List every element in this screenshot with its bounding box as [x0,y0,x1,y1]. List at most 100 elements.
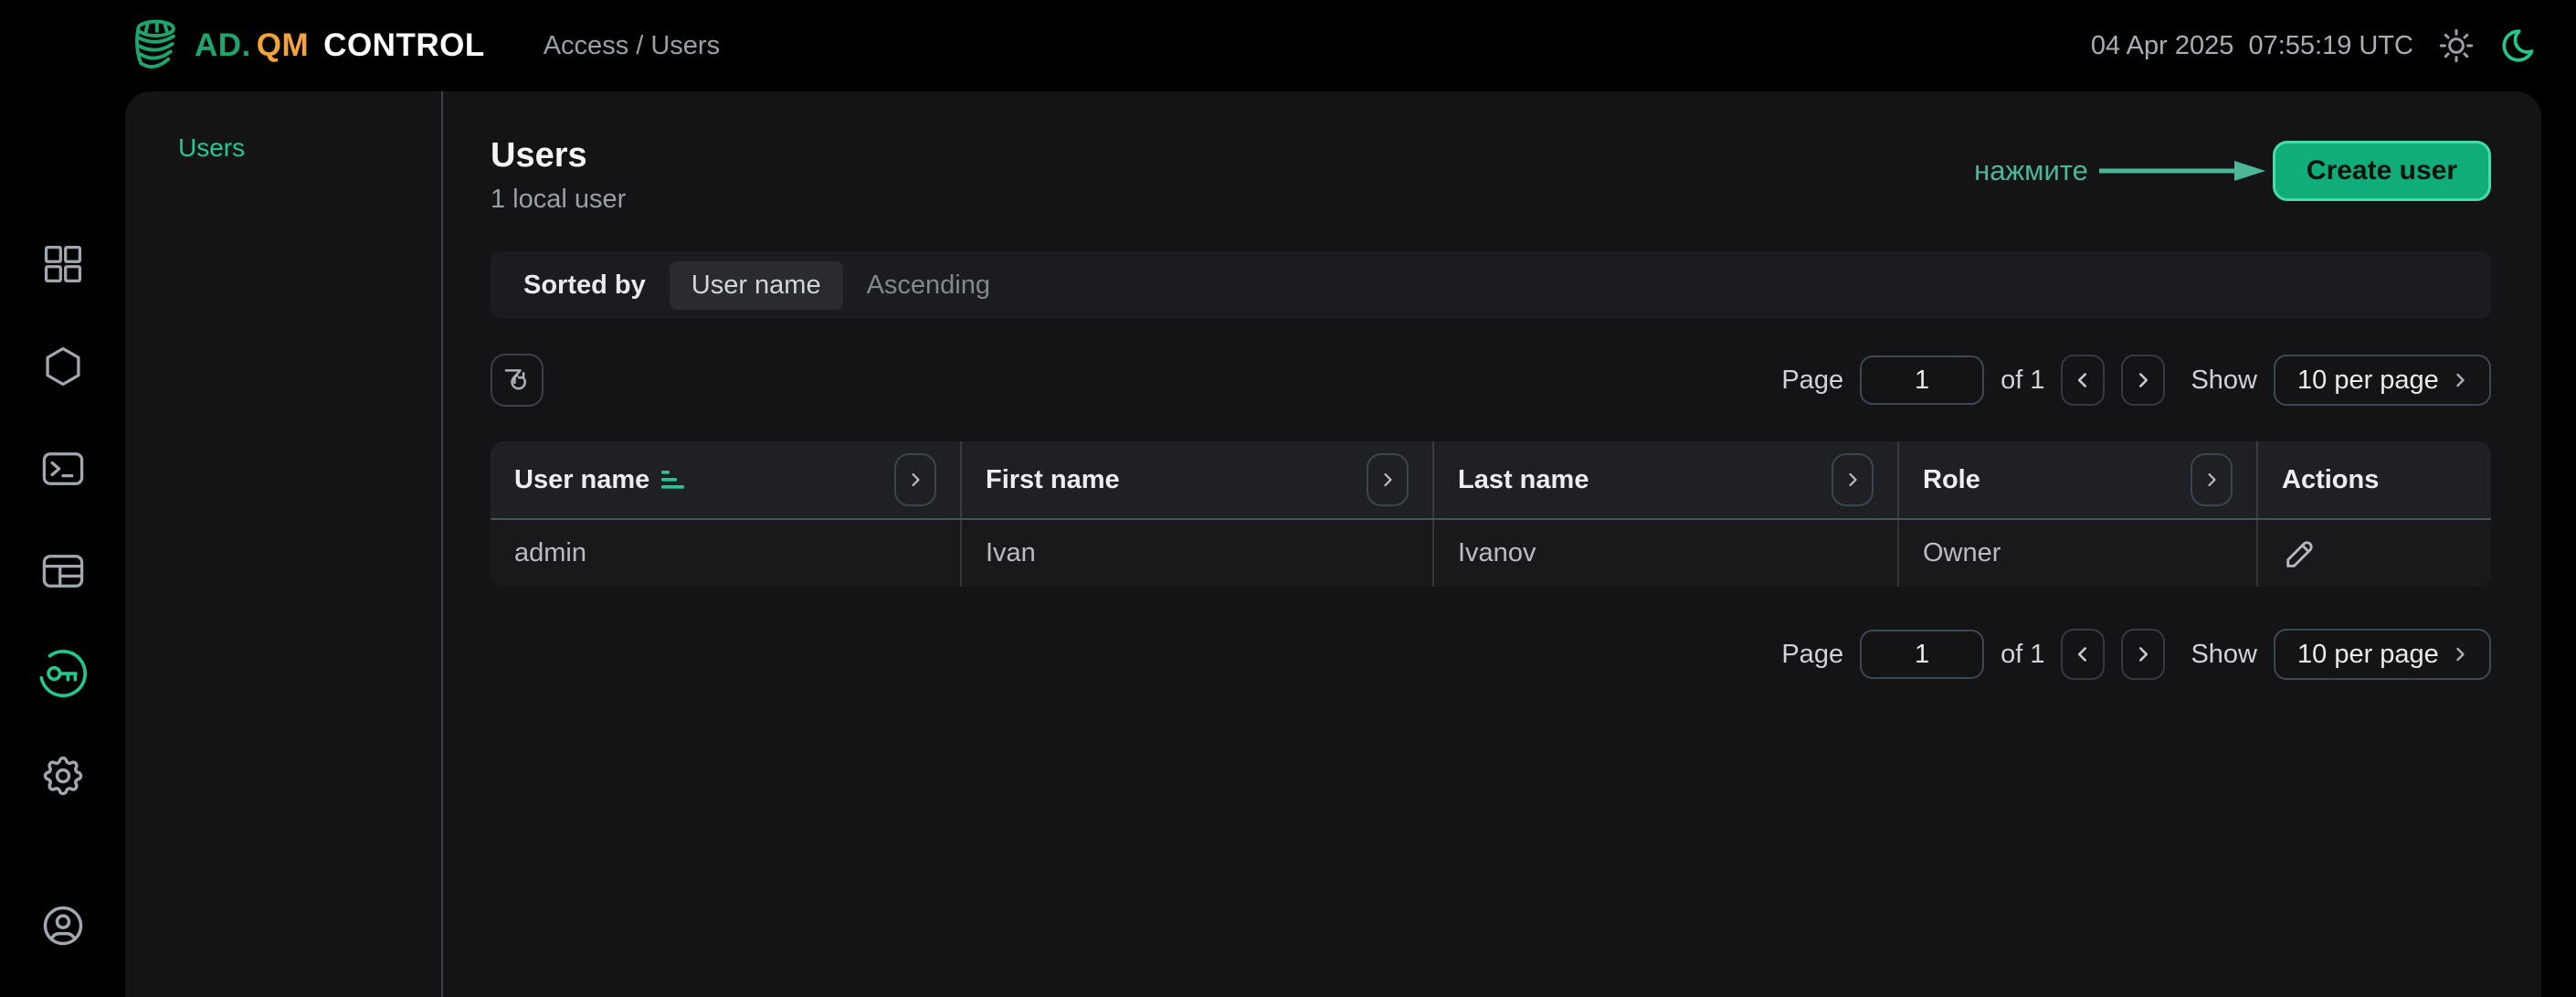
table-row: admin Ivan Ivanov Owner [491,520,2491,587]
cell-first-name: Ivan [962,520,1434,587]
edit-user-button[interactable] [2282,536,2318,572]
access-key-icon [37,647,90,700]
chevron-left-icon [2071,642,2095,666]
sort-field-chip[interactable]: User name [670,261,843,310]
page-subtitle: 1 local user [491,185,626,215]
annotation-arrow-icon [2097,156,2267,186]
breadcrumb[interactable]: Access / Users [544,31,720,61]
column-header-actions: Actions [2258,441,2491,518]
page-of-label: of 1 [2001,366,2044,396]
apps-grid-icon [39,240,87,288]
page-of-label: of 1 [2001,640,2044,670]
expand-column-button[interactable] [1832,453,1874,506]
page-header: Users 1 local user нажмите Create user [491,135,2491,215]
next-page-button[interactable] [2121,629,2165,680]
topbar: AD. QM CONTROL Access / Users 04 Apr 202… [0,0,2576,91]
logo-text-control: CONTROL [323,27,485,64]
per-page-select[interactable]: 10 per page [2274,629,2491,680]
clock: 04 Apr 2025 07:55:19 UTC [2091,31,2413,61]
expand-column-button[interactable] [1367,453,1409,506]
account-icon [39,902,87,949]
annotation-label: нажмите [1974,154,2088,187]
pagination-bottom: Page of 1 Show [1781,629,2491,680]
sidebar-item-settings[interactable] [39,752,87,800]
table-header-row: User name [491,441,2491,520]
sun-icon [2437,27,2476,65]
column-label: User name [514,465,649,495]
filter-reset-icon [501,365,533,396]
column-header-role[interactable]: Role [1899,441,2258,518]
chevron-right-icon [2449,643,2471,665]
page-number-input[interactable] [1860,355,1984,405]
chevron-right-icon [1377,469,1399,491]
page-title-block: Users 1 local user [491,135,626,215]
column-label: First name [986,465,1120,495]
logo-icon [125,17,182,74]
page-title: Users [491,135,626,175]
chevron-right-icon [2201,469,2222,491]
pagination-top: Page of 1 Show [1781,355,2491,406]
chevron-right-icon [904,469,926,491]
icon-rail [0,91,125,997]
sidebar-item-account[interactable] [39,902,87,949]
chevron-right-icon [2131,642,2155,666]
sidebar-item-users[interactable]: Users [178,133,245,163]
column-label: Role [1923,465,1980,495]
column-label: Last name [1458,465,1589,495]
per-page-select[interactable]: 10 per page [2274,355,2491,406]
cell-role: Owner [1899,520,2258,587]
sidebar-item-console[interactable] [39,445,87,493]
column-header-first-name[interactable]: First name [962,441,1434,518]
prev-page-button[interactable] [2061,355,2105,406]
per-page-value: 10 per page [2297,366,2439,396]
sort-ascending-icon [660,469,688,491]
sidebar-item-apps[interactable] [39,240,87,288]
dark-theme-button[interactable] [2499,27,2538,65]
next-page-button[interactable] [2121,355,2165,406]
per-page-value: 10 per page [2297,640,2439,670]
column-header-last-name[interactable]: Last name [1434,441,1899,518]
reset-filters-button[interactable] [491,354,544,407]
logo-text-ad: AD. [195,27,251,64]
sort-direction[interactable]: Ascending [867,270,990,301]
sort-bar: Sorted by User name Ascending [491,251,2491,319]
column-header-user-name[interactable]: User name [491,441,962,518]
expand-column-button[interactable] [894,453,936,506]
bottom-pager: Page of 1 Show [491,629,2491,680]
users-table: User name [491,441,2491,587]
chevron-right-icon [2449,369,2471,391]
light-theme-button[interactable] [2437,27,2476,65]
page-label: Page [1781,366,1843,396]
settings-gear-icon [39,752,87,800]
sidebar-item-tables[interactable] [39,547,87,595]
page-number-input[interactable] [1860,630,1984,679]
page-header-actions: нажмите Create user [1974,141,2491,201]
sidebar-item-nodes[interactable] [39,343,87,390]
create-user-button[interactable]: Create user [2273,141,2491,201]
cell-actions [2258,520,2491,587]
column-label: Actions [2282,465,2379,495]
shell: Users Users 1 local user нажмите [0,91,2576,997]
content-panel: Users Users 1 local user нажмите [125,91,2541,997]
sidebar-item-access[interactable] [39,650,87,697]
moon-icon [2499,27,2538,65]
data-table-icon [39,547,87,595]
chevron-left-icon [2071,368,2095,392]
chevron-right-icon [1842,469,1863,491]
logo[interactable]: AD. QM CONTROL [125,17,485,74]
logo-text-qm: QM [257,27,309,64]
chevron-right-icon [2131,368,2155,392]
toolbar: Page of 1 Show [491,354,2491,407]
sort-bar-label: Sorted by [523,270,646,301]
terminal-icon [39,445,87,493]
show-label: Show [2191,366,2257,396]
topbar-right: 04 Apr 2025 07:55:19 UTC [2091,27,2538,65]
show-label: Show [2191,640,2257,670]
expand-column-button[interactable] [2191,453,2233,506]
prev-page-button[interactable] [2061,629,2105,680]
app-root: AD. QM CONTROL Access / Users 04 Apr 202… [0,0,2576,997]
pencil-icon [2282,536,2318,572]
cell-user-name: admin [491,520,962,587]
main-content: Users 1 local user нажмите Create user [443,91,2541,997]
page-label: Page [1781,640,1843,670]
